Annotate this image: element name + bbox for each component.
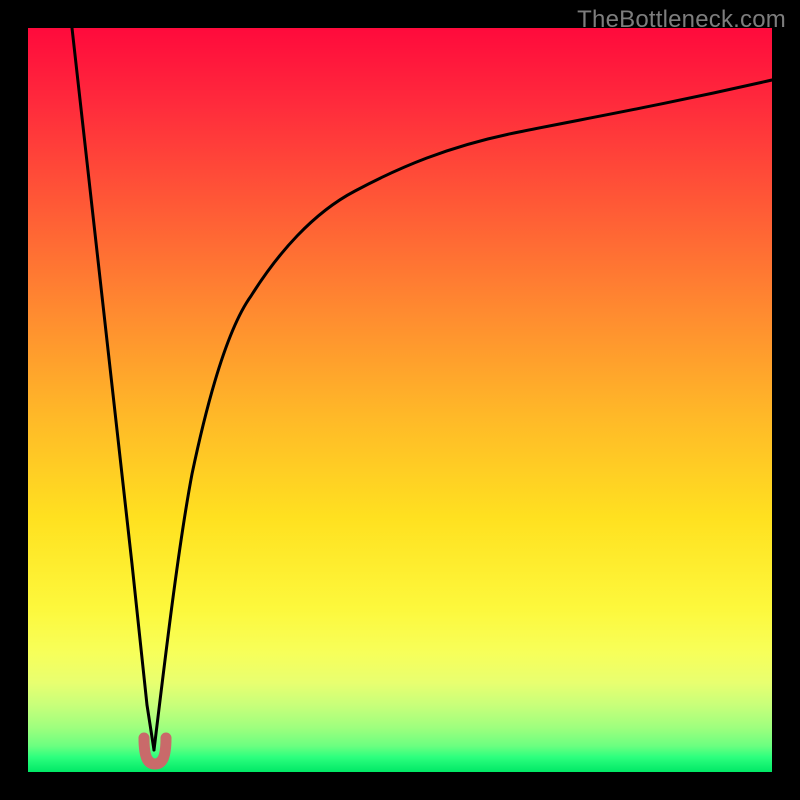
curve-layer <box>28 28 772 772</box>
curve-left-branch <box>72 28 154 750</box>
plot-area <box>28 28 772 772</box>
chart-frame: TheBottleneck.com <box>0 0 800 800</box>
curve-right-branch <box>154 80 772 750</box>
